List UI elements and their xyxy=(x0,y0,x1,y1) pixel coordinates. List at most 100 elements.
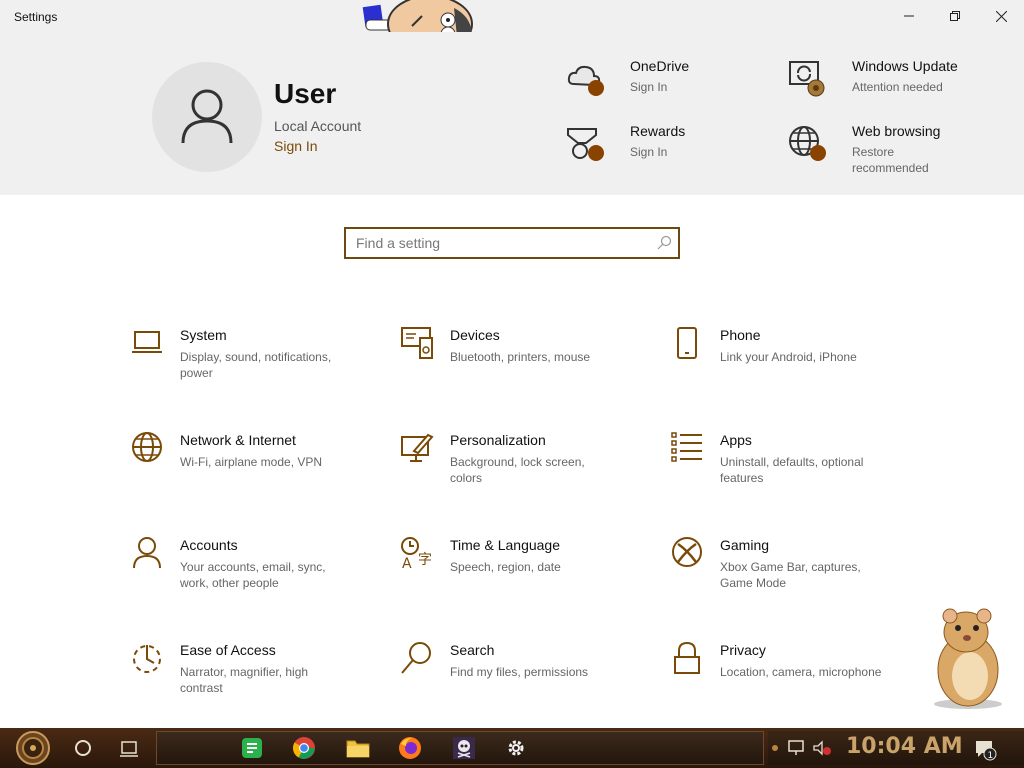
chevron-up-icon[interactable] xyxy=(770,743,780,753)
category-title: Gaming xyxy=(720,537,770,553)
category-accounts[interactable]: Accounts Your accounts, email, sync, wor… xyxy=(130,536,380,591)
avatar[interactable] xyxy=(152,62,262,172)
category-subtitle: Location, camera, microphone xyxy=(720,665,882,679)
firefox-button[interactable] xyxy=(397,735,423,761)
category-privacy[interactable]: Privacy Location, camera, microphone xyxy=(670,641,920,680)
time-language-icon: A 字 xyxy=(401,537,432,572)
category-title: Accounts xyxy=(180,537,238,553)
web-browsing-title: Web browsing xyxy=(852,123,941,139)
cloud-icon xyxy=(566,58,606,98)
category-system[interactable]: System Display, sound, notifications, po… xyxy=(130,326,380,381)
maximize-button[interactable] xyxy=(932,0,978,32)
category-personalization[interactable]: Personalization Background, lock screen,… xyxy=(400,431,650,486)
web-browsing-status: Restore recommended xyxy=(852,145,929,175)
window-title: Settings xyxy=(14,10,58,24)
category-subtitle: Link your Android, iPhone xyxy=(720,350,857,364)
category-title: Phone xyxy=(720,327,761,343)
search-icon xyxy=(401,642,431,674)
xbox-icon xyxy=(672,537,702,567)
category-title: Personalization xyxy=(450,432,546,448)
settings-button[interactable] xyxy=(503,735,529,761)
paintbrush-icon xyxy=(401,433,434,462)
file-explorer-icon xyxy=(346,740,370,758)
apps-list-icon xyxy=(671,432,702,462)
firefox-icon xyxy=(399,737,421,759)
chat-app-icon xyxy=(242,738,262,758)
category-title: Time & Language xyxy=(450,537,560,553)
category-title: Network & Internet xyxy=(180,432,296,448)
onedrive-title: OneDrive xyxy=(630,58,690,74)
laptop-icon xyxy=(132,331,162,353)
task-view-icon xyxy=(120,741,138,757)
category-subtitle: Speech, region, date xyxy=(450,560,561,574)
category-title: Devices xyxy=(450,327,500,343)
category-title: Ease of Access xyxy=(180,642,276,658)
globe-icon xyxy=(788,123,828,163)
search-icon[interactable] xyxy=(656,235,672,251)
search-input[interactable] xyxy=(356,233,646,253)
skull-app-button[interactable] xyxy=(451,735,477,761)
category-apps[interactable]: Apps Uninstall, defaults, optional featu… xyxy=(670,431,920,486)
file-explorer-button[interactable] xyxy=(345,735,371,761)
lock-icon xyxy=(674,641,700,674)
onedrive-status: Sign In xyxy=(630,80,668,94)
category-title: Search xyxy=(450,642,495,658)
category-subtitle: Your accounts, email, sync, work, other … xyxy=(180,560,326,590)
phone-icon xyxy=(677,327,697,359)
category-subtitle: Background, lock screen, colors xyxy=(450,455,585,485)
taskbar: 1 10:04 AM xyxy=(0,728,1024,768)
windows-update-title: Windows Update xyxy=(852,58,958,74)
minimize-icon xyxy=(904,15,914,17)
category-network[interactable]: Network & Internet Wi-Fi, airplane mode,… xyxy=(130,431,380,470)
category-subtitle: Uninstall, defaults, optional features xyxy=(720,455,864,485)
sign-in-link[interactable]: Sign In xyxy=(274,138,318,154)
user-name: User xyxy=(274,78,337,109)
devices-icon xyxy=(401,327,433,359)
notification-icon[interactable]: 1 xyxy=(974,739,998,761)
onedrive-link[interactable]: OneDrive Sign In xyxy=(566,58,689,98)
category-search[interactable]: Search Find my files, permissions xyxy=(400,641,650,680)
search-box[interactable] xyxy=(344,227,680,259)
start-button[interactable] xyxy=(10,730,56,766)
category-ease-of-access[interactable]: Ease of Access Narrator, magnifier, high… xyxy=(130,641,380,696)
cortana-icon xyxy=(75,740,91,756)
chat-app-button[interactable] xyxy=(239,735,265,761)
taskbar-dock xyxy=(156,731,764,765)
taskbar-clock[interactable]: 10:04 AM xyxy=(846,734,963,759)
task-view-button[interactable] xyxy=(118,737,140,759)
rewards-link[interactable]: Rewards Sign In xyxy=(566,123,685,163)
chrome-button[interactable] xyxy=(291,735,317,761)
category-subtitle: Find my files, permissions xyxy=(450,665,589,679)
globe-icon xyxy=(132,432,162,462)
category-devices[interactable]: Devices Bluetooth, printers, mouse xyxy=(400,326,650,365)
minimize-button[interactable] xyxy=(886,0,932,32)
svg-text:字: 字 xyxy=(418,552,432,568)
category-gaming[interactable]: Gaming Xbox Game Bar, captures, Game Mod… xyxy=(670,536,920,591)
account-type: Local Account xyxy=(274,118,362,134)
medal-icon xyxy=(566,123,606,163)
web-browsing-link[interactable]: Web browsing Restore recommended xyxy=(788,123,942,176)
start-icon xyxy=(16,731,50,765)
rewards-status: Sign In xyxy=(630,145,668,159)
person-icon xyxy=(133,537,161,569)
category-time-language[interactable]: A 字 Time & Language Speech, region, date xyxy=(400,536,650,575)
category-title: Privacy xyxy=(720,642,766,658)
network-icon[interactable] xyxy=(788,740,806,756)
chrome-icon xyxy=(293,737,315,759)
category-subtitle: Bluetooth, printers, mouse xyxy=(450,350,591,364)
category-subtitle: Display, sound, notifications, power xyxy=(180,350,332,380)
volume-muted-icon[interactable] xyxy=(812,740,832,756)
category-phone[interactable]: Phone Link your Android, iPhone xyxy=(670,326,920,365)
title-bar: Settings xyxy=(0,0,1024,32)
cortana-button[interactable] xyxy=(72,737,94,759)
hamster-mascot xyxy=(934,608,1002,709)
windows-update-link[interactable]: Windows Update Attention needed xyxy=(788,58,958,98)
close-button[interactable] xyxy=(978,0,1024,32)
rewards-title: Rewards xyxy=(630,123,686,139)
category-subtitle: Narrator, magnifier, high contrast xyxy=(180,665,309,695)
skull-app-icon xyxy=(453,737,475,759)
restore-icon xyxy=(950,11,960,21)
svg-text:A: A xyxy=(402,556,412,572)
notification-count: 1 xyxy=(988,751,994,761)
windows-update-status: Attention needed xyxy=(852,80,943,94)
